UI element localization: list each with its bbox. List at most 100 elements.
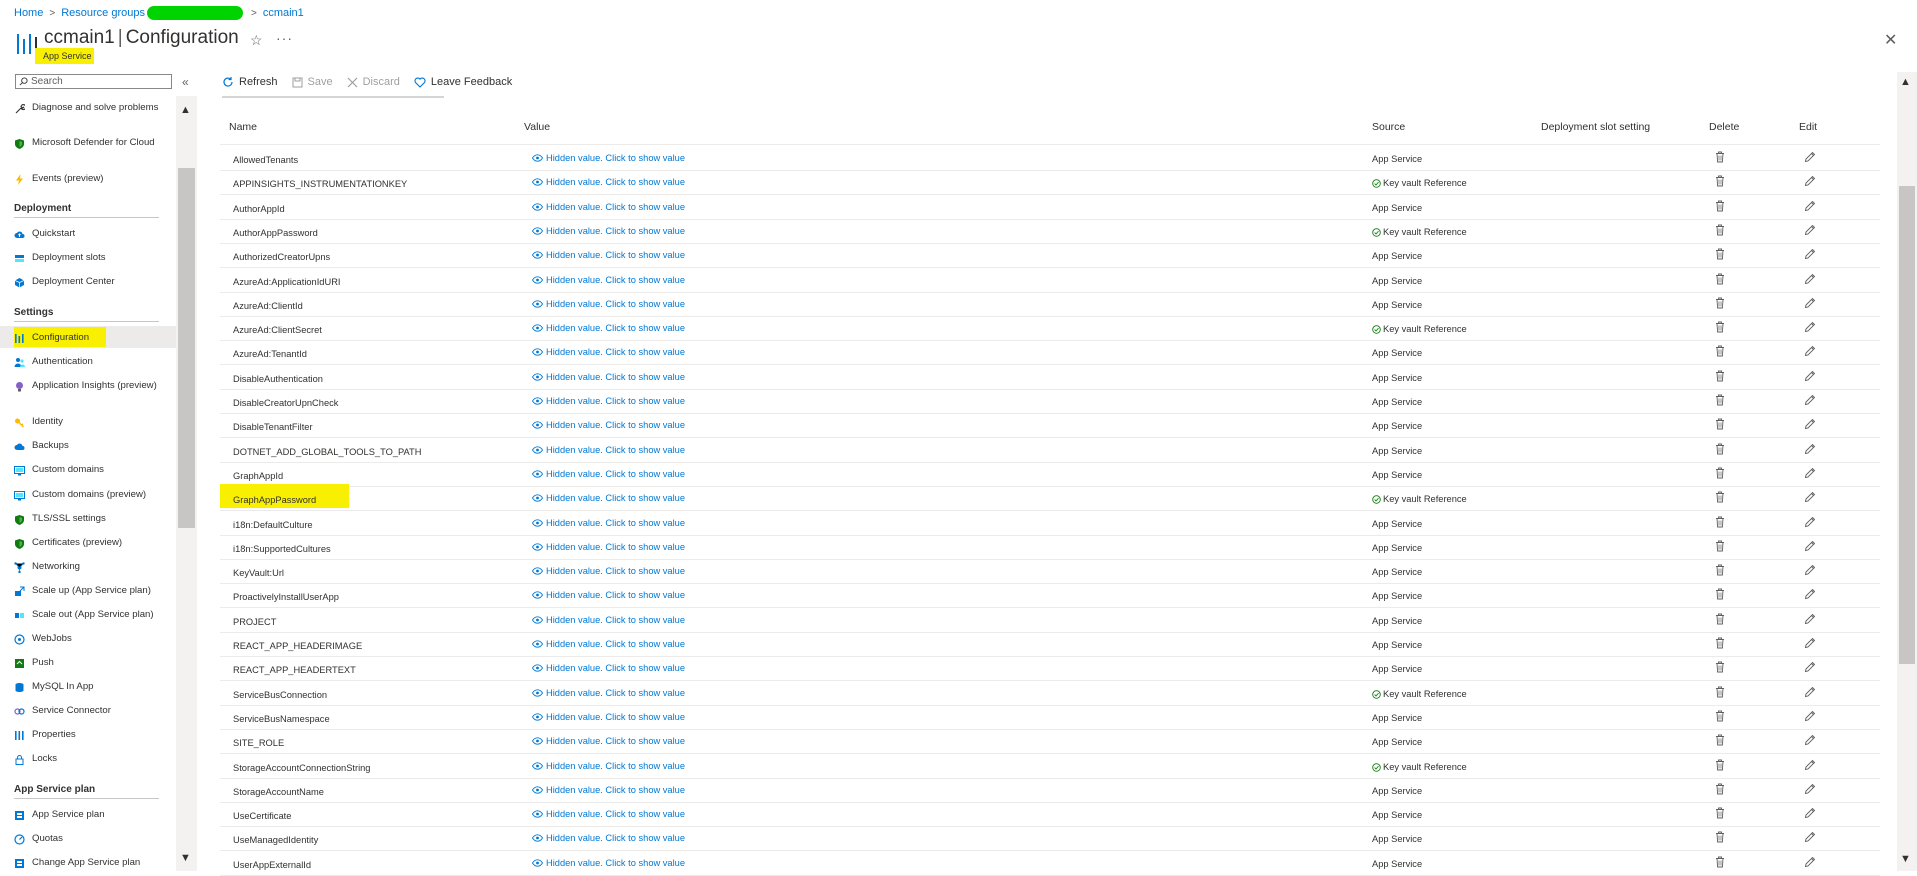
edit-button[interactable] [1804, 443, 1816, 457]
delete-button[interactable] [1715, 394, 1725, 408]
sidebar-item-quotas[interactable]: Quotas [14, 833, 162, 845]
show-value-link[interactable]: Hidden value. Click to show value [532, 396, 685, 406]
scroll-down-icon[interactable]: ▼ [180, 852, 191, 864]
sidebar-item-service-connector[interactable]: Service Connector [14, 705, 162, 717]
delete-button[interactable] [1715, 248, 1725, 262]
scroll-up-icon[interactable]: ▲ [1900, 76, 1911, 88]
delete-button[interactable] [1715, 637, 1725, 651]
discard-button[interactable]: Discard [347, 76, 400, 88]
sidebar-search-input[interactable]: Search [15, 74, 172, 89]
edit-button[interactable] [1804, 491, 1816, 505]
delete-button[interactable] [1715, 661, 1725, 675]
show-value-link[interactable]: Hidden value. Click to show value [532, 177, 685, 187]
sidebar-item-tls-ssl-settings[interactable]: TLS/SSL settings [14, 513, 162, 525]
edit-button[interactable] [1804, 856, 1816, 870]
edit-button[interactable] [1804, 686, 1816, 700]
show-value-link[interactable]: Hidden value. Click to show value [532, 420, 685, 430]
sidebar-item-locks[interactable]: Locks [14, 753, 162, 765]
sidebar-item-deployment-center[interactable]: Deployment Center [14, 276, 162, 288]
scroll-up-icon[interactable]: ▲ [180, 104, 191, 116]
show-value-link[interactable]: Hidden value. Click to show value [532, 688, 685, 698]
sidebar-item-custom-domains[interactable]: Custom domains [14, 464, 162, 476]
main-scrollbar-thumb[interactable] [1899, 186, 1915, 664]
delete-button[interactable] [1715, 540, 1725, 554]
column-header-slot-setting[interactable]: Deployment slot setting [1541, 121, 1650, 133]
show-value-link[interactable]: Hidden value. Click to show value [532, 226, 685, 236]
edit-button[interactable] [1804, 540, 1816, 554]
sidebar-item-webjobs[interactable]: WebJobs [14, 633, 162, 645]
edit-button[interactable] [1804, 200, 1816, 214]
sidebar-item-certificates-preview[interactable]: Certificates (preview) [14, 537, 162, 549]
sidebar-item-mysql-in-app[interactable]: MySQL In App [14, 681, 162, 693]
edit-button[interactable] [1804, 248, 1816, 262]
delete-button[interactable] [1715, 370, 1725, 384]
delete-button[interactable] [1715, 588, 1725, 602]
show-value-link[interactable]: Hidden value. Click to show value [532, 323, 685, 333]
show-value-link[interactable]: Hidden value. Click to show value [532, 858, 685, 868]
sidebar-item-authentication[interactable]: Authentication [14, 356, 162, 368]
sidebar-item-scale-out-app-service-plan[interactable]: Scale out (App Service plan) [14, 609, 162, 621]
edit-button[interactable] [1804, 759, 1816, 773]
edit-button[interactable] [1804, 418, 1816, 432]
edit-button[interactable] [1804, 321, 1816, 335]
show-value-link[interactable]: Hidden value. Click to show value [532, 275, 685, 285]
delete-button[interactable] [1715, 831, 1725, 845]
breadcrumb-current-link[interactable]: ccmain1 [263, 7, 304, 19]
delete-button[interactable] [1715, 224, 1725, 238]
show-value-link[interactable]: Hidden value. Click to show value [532, 493, 685, 503]
sidebar-item-custom-domains-preview[interactable]: Custom domains (preview) [14, 489, 162, 501]
save-button[interactable]: Save [292, 76, 333, 88]
sidebar-item-events-preview[interactable]: Events (preview) [14, 173, 162, 185]
delete-button[interactable] [1715, 613, 1725, 627]
column-header-name[interactable]: Name [229, 121, 257, 133]
sidebar-item-microsoft-defender-for-cloud[interactable]: Microsoft Defender for Cloud [14, 137, 162, 149]
show-value-link[interactable]: Hidden value. Click to show value [532, 542, 685, 552]
sidebar-item-push[interactable]: Push [14, 657, 162, 669]
show-value-link[interactable]: Hidden value. Click to show value [532, 445, 685, 455]
show-value-link[interactable]: Hidden value. Click to show value [532, 809, 685, 819]
edit-button[interactable] [1804, 783, 1816, 797]
sidebar-item-diagnose-and-solve-problems[interactable]: Diagnose and solve problems [14, 102, 162, 114]
more-options-icon[interactable]: ··· [276, 30, 293, 46]
edit-button[interactable] [1804, 516, 1816, 530]
delete-button[interactable] [1715, 710, 1725, 724]
edit-button[interactable] [1804, 151, 1816, 165]
favorite-star-icon[interactable]: ☆ [250, 32, 263, 49]
delete-button[interactable] [1715, 345, 1725, 359]
show-value-link[interactable]: Hidden value. Click to show value [532, 566, 685, 576]
sidebar-item-application-insights-preview[interactable]: Application Insights (preview) [14, 380, 162, 392]
column-header-value[interactable]: Value [524, 121, 550, 133]
edit-button[interactable] [1804, 467, 1816, 481]
scroll-down-icon[interactable]: ▼ [1900, 853, 1911, 865]
edit-button[interactable] [1804, 710, 1816, 724]
sidebar-item-app-service-plan[interactable]: App Service plan [14, 809, 162, 821]
edit-button[interactable] [1804, 588, 1816, 602]
delete-button[interactable] [1715, 467, 1725, 481]
close-icon[interactable]: ✕ [1884, 30, 1897, 50]
sidebar-scrollbar-thumb[interactable] [178, 168, 195, 528]
sidebar-item-quickstart[interactable]: Quickstart [14, 228, 162, 240]
edit-button[interactable] [1804, 394, 1816, 408]
breadcrumb-home-link[interactable]: Home [14, 7, 43, 19]
edit-button[interactable] [1804, 613, 1816, 627]
show-value-link[interactable]: Hidden value. Click to show value [532, 202, 685, 212]
sidebar-item-backups[interactable]: Backups [14, 440, 162, 452]
edit-button[interactable] [1804, 297, 1816, 311]
delete-button[interactable] [1715, 418, 1725, 432]
collapse-sidebar-icon[interactable]: « [182, 75, 189, 89]
show-value-link[interactable]: Hidden value. Click to show value [532, 518, 685, 528]
leave-feedback-button[interactable]: Leave Feedback [414, 76, 512, 88]
show-value-link[interactable]: Hidden value. Click to show value [532, 833, 685, 843]
delete-button[interactable] [1715, 783, 1725, 797]
sidebar-item-configuration[interactable]: Configuration [14, 332, 162, 344]
delete-button[interactable] [1715, 734, 1725, 748]
sidebar-item-change-app-service-plan[interactable]: Change App Service plan [14, 857, 162, 869]
show-value-link[interactable]: Hidden value. Click to show value [532, 299, 685, 309]
delete-button[interactable] [1715, 686, 1725, 700]
show-value-link[interactable]: Hidden value. Click to show value [532, 250, 685, 260]
edit-button[interactable] [1804, 273, 1816, 287]
edit-button[interactable] [1804, 637, 1816, 651]
delete-button[interactable] [1715, 491, 1725, 505]
sidebar-item-identity[interactable]: Identity [14, 416, 162, 428]
delete-button[interactable] [1715, 759, 1725, 773]
